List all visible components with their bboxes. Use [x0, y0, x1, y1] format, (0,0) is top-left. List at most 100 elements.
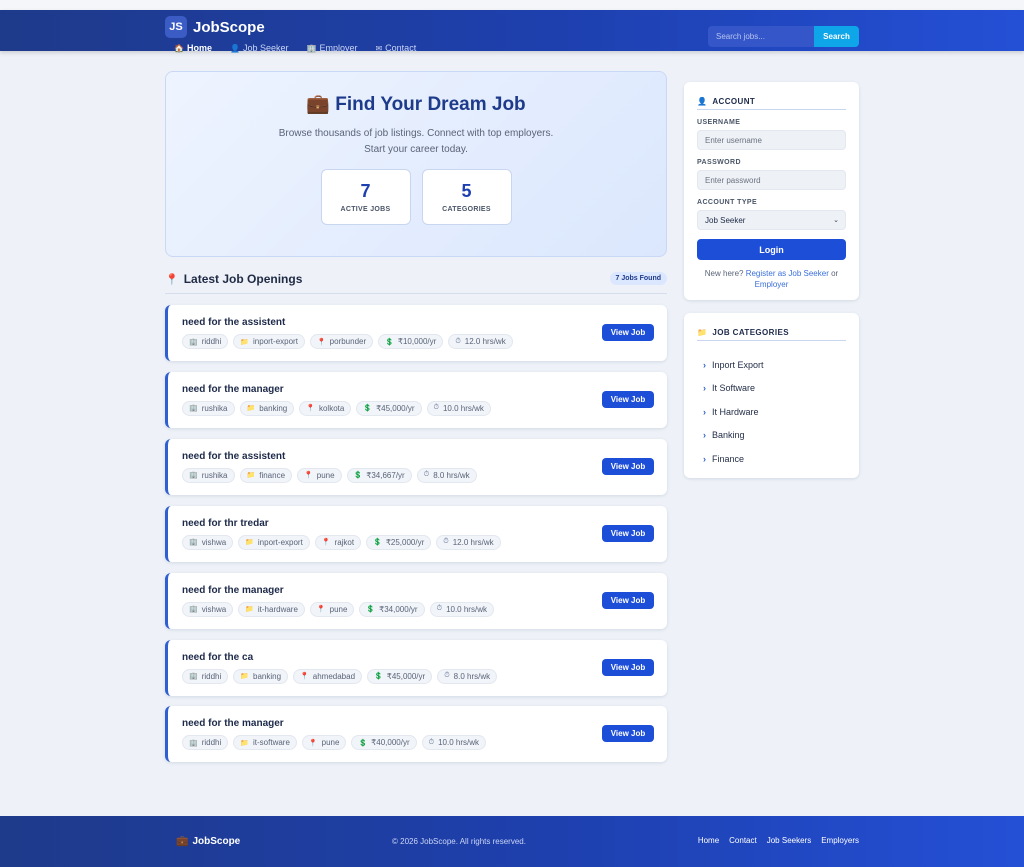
job-tag-text: 12.0 hrs/wk — [452, 537, 494, 547]
account-type-select[interactable]: Job Seeker ⌄ — [697, 210, 846, 230]
job-title[interactable]: need for the assistent — [182, 451, 285, 462]
job-tag-hours: ⏱ 8.0 hrs/wk — [416, 467, 477, 483]
job-tag-text: 12.0 hrs/wk — [464, 337, 506, 346]
job-card[interactable]: need for the manager 🏢 riddhi 📁 it-software 📍… — [165, 706, 667, 763]
job-tag-text: ahmedabad — [312, 671, 356, 681]
category-item[interactable]: › Inport Export — [703, 353, 764, 377]
search-button[interactable]: Search — [814, 26, 859, 47]
job-tag-salary: 💲 ₹25,000/yr — [366, 534, 432, 550]
register-job-seeker-link[interactable]: Register as Job Seeker — [746, 269, 829, 278]
job-tag-salary: 💲 ₹40,000/yr — [351, 735, 417, 751]
job-title[interactable]: need for thr tredar — [182, 518, 269, 529]
pin-icon: 📍 — [165, 273, 179, 286]
folder-icon: 📁 — [240, 739, 250, 747]
clock-icon: ⏱ — [428, 738, 435, 746]
job-title[interactable]: need for the manager — [182, 718, 284, 729]
folder-icon: 📁 — [245, 606, 254, 614]
nav-job-seeker-label: Job Seeker — [242, 43, 289, 53]
view-job-button[interactable]: View Job — [602, 390, 654, 408]
register-employer-link[interactable]: Employer — [755, 280, 789, 289]
job-card[interactable]: need for the manager 🏢 rushika 📁 banking 📍 kol… — [165, 371, 667, 428]
job-tag-text: it-software — [253, 738, 290, 748]
view-job-button[interactable]: View Job — [602, 591, 654, 609]
nav-home[interactable]: 🏠 Home — [174, 43, 212, 53]
job-card[interactable]: need for the assistent 🏢 riddhi 📁 inport-exp… — [165, 305, 667, 361]
hero-subtitle-line1: Browse thousands of job listings. Connec… — [278, 128, 554, 139]
category-label: Finance — [712, 453, 745, 464]
job-tag-employer: 🏢 rushika — [182, 400, 235, 416]
brand[interactable]: JS JobScope — [165, 16, 265, 38]
user-icon: 👤 — [697, 97, 708, 106]
job-card[interactable]: need for thr tredar 🏢 vishwa 📁 inport-export… — [165, 505, 667, 562]
job-title[interactable]: need for the assistent — [182, 317, 285, 328]
job-tag-text: banking — [259, 403, 288, 413]
job-tag-hours: ⏱ 12.0 hrs/wk — [448, 334, 513, 349]
job-tags: 🏢 rushika 📁 banking 📍 kolkota 💲 ₹45,000/yr ⏱ 10.0… — [182, 400, 491, 416]
account-type-label: ACCOUNT TYPE — [697, 199, 758, 206]
account-panel: 👤 ACCOUNT USERNAME Enter username PASSWO… — [684, 82, 859, 300]
category-label: It Hardware — [712, 406, 759, 417]
job-card[interactable]: need for the ca 🏢 riddhi 📁 banking 📍 ahmedabad… — [165, 639, 667, 696]
folder-icon: 📁 — [697, 328, 708, 337]
account-panel-header: 👤 ACCOUNT — [697, 94, 846, 110]
view-job-button[interactable]: View Job — [602, 524, 654, 542]
job-tag-text: pune — [329, 604, 348, 614]
job-title[interactable]: need for the ca — [182, 652, 253, 663]
view-job-button[interactable]: View Job — [602, 324, 654, 341]
job-title[interactable]: need for the manager — [182, 384, 284, 395]
login-button[interactable]: Login — [697, 239, 846, 260]
building-icon: 🏢 — [306, 43, 317, 53]
user-icon: 👤 — [229, 43, 240, 53]
building-icon: 🏢 — [189, 606, 198, 614]
job-card[interactable]: need for the manager 🏢 vishwa 📁 it-hardware 📍… — [165, 572, 667, 629]
footer-link-contact[interactable]: Contact — [729, 836, 757, 845]
job-card[interactable]: need for the assistent 🏢 rushika 📁 finance 📍 p… — [165, 438, 667, 495]
category-item[interactable]: › It Hardware — [703, 400, 764, 424]
job-tag-text: riddhi — [201, 671, 222, 681]
job-title[interactable]: need for the manager — [182, 585, 284, 596]
category-item[interactable]: › Finance — [703, 447, 764, 471]
hero-subtitle-line2: Start your career today. — [364, 144, 468, 155]
nav-employer[interactable]: 🏢 Employer — [306, 43, 357, 53]
job-tag-text: finance — [259, 470, 286, 480]
nav-contact[interactable]: ✉ Contact — [375, 43, 416, 53]
footer-link-job-seekers[interactable]: Job Seekers — [767, 836, 811, 845]
job-tag-location: 📍 rajkot — [314, 534, 362, 550]
job-tag-category: 📁 finance — [239, 467, 293, 483]
job-tag-category: 📁 inport-export — [238, 534, 310, 550]
search-input[interactable] — [708, 26, 814, 47]
view-job-button[interactable]: View Job — [602, 658, 654, 676]
category-item[interactable]: › Banking — [703, 424, 764, 448]
job-tag-location: 📍 pune — [301, 735, 347, 751]
job-tag-text: kolkota — [318, 403, 345, 413]
pin-icon: 📍 — [308, 739, 318, 747]
password-label: PASSWORD — [697, 159, 741, 166]
job-tag-text: it-hardware — [257, 604, 298, 614]
view-job-button[interactable]: View Job — [602, 457, 654, 475]
view-job-button[interactable]: View Job — [602, 725, 654, 743]
money-icon: 💲 — [358, 739, 368, 747]
clock-icon: ⏱ — [443, 538, 449, 546]
job-tag-employer: 🏢 riddhi — [182, 668, 229, 684]
password-field[interactable]: Enter password — [697, 170, 846, 190]
job-tag-employer: 🏢 vishwa — [182, 534, 234, 550]
clock-icon: ⏱ — [436, 605, 443, 613]
job-tag-salary: 💲 ₹10,000/yr — [378, 334, 444, 349]
nav-home-label: Home — [186, 43, 212, 53]
nav-job-seeker[interactable]: 👤 Job Seeker — [230, 43, 289, 53]
job-tag-category: 📁 it-software — [233, 735, 297, 751]
pin-icon: 📍 — [316, 338, 326, 346]
job-tag-text: vishwa — [201, 604, 227, 614]
job-tag-hours: ⏱ 10.0 hrs/wk — [426, 400, 491, 416]
folder-icon: 📁 — [240, 673, 250, 680]
footer-link-employers[interactable]: Employers — [821, 836, 859, 845]
pin-icon: 📍 — [321, 539, 331, 547]
job-tag-employer: 🏢 riddhi — [182, 334, 229, 349]
chevron-right-icon: › — [703, 383, 706, 394]
category-item[interactable]: › It Software — [703, 377, 764, 401]
category-label: It Software — [712, 383, 756, 394]
footer-link-home[interactable]: Home — [698, 836, 719, 845]
username-field[interactable]: Enter username — [697, 130, 846, 150]
hero-title-text: Find Your Dream Job — [335, 94, 526, 115]
footer-brand-name: JobScope — [192, 836, 241, 847]
